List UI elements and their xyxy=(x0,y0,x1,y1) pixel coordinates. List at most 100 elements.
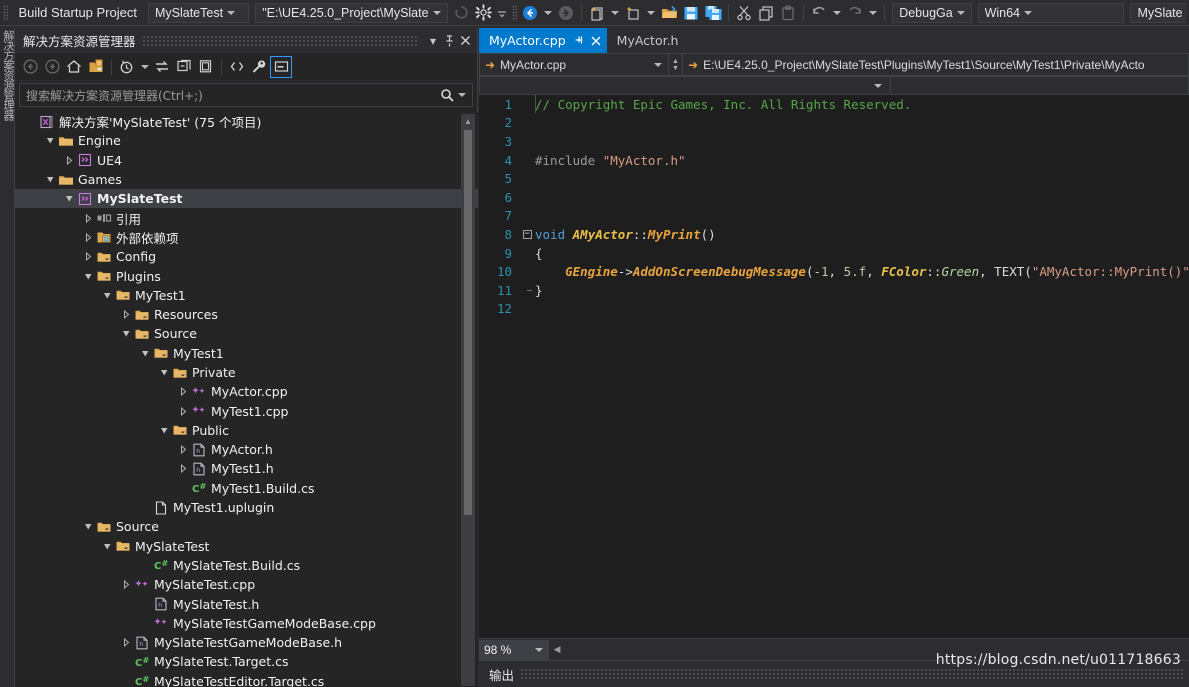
autohide-tab-solution-explorer[interactable]: 解决方案资源管理器 xyxy=(0,30,15,156)
nav-member-combo-2[interactable] xyxy=(891,77,1189,95)
wrench-icon[interactable] xyxy=(248,56,270,78)
toolbar-grip-2[interactable] xyxy=(511,4,518,21)
expander-open-icon[interactable] xyxy=(44,131,57,150)
tree-item[interactable]: Public xyxy=(15,421,478,440)
preview-selected-items-icon[interactable] xyxy=(270,55,292,78)
editor-tab[interactable]: MyActor.cpp xyxy=(479,28,607,53)
code-line[interactable]: 11} xyxy=(479,281,1189,300)
dropdown-icon[interactable]: ▾ xyxy=(425,31,441,51)
home-icon[interactable] xyxy=(63,56,85,78)
tree-item[interactable]: C # MyTest1.Build.cs xyxy=(15,479,478,498)
tree-item[interactable]: MyTest1 xyxy=(15,286,478,305)
save-icon[interactable] xyxy=(680,2,702,24)
code-line[interactable]: 5 xyxy=(479,169,1189,188)
tree-item[interactable]: 外部依赖项 xyxy=(15,228,478,247)
tree-item[interactable]: Config xyxy=(15,247,478,266)
history-icon[interactable] xyxy=(116,56,138,78)
properties-icon[interactable] xyxy=(195,56,217,78)
nav-member-combo[interactable] xyxy=(479,77,891,95)
back-icon[interactable] xyxy=(19,56,41,78)
nav-forward-icon[interactable] xyxy=(555,2,577,24)
scroll-up-icon[interactable]: ▲ xyxy=(461,114,475,128)
expander-open-icon[interactable] xyxy=(63,189,76,208)
open-folder-icon[interactable] xyxy=(658,2,680,24)
tree-item[interactable]: Plugins xyxy=(15,266,478,285)
close-icon[interactable] xyxy=(591,36,601,46)
expander-closed-icon[interactable] xyxy=(82,247,95,266)
zoom-level-combo[interactable]: 98 % xyxy=(479,639,549,660)
tree-item[interactable]: MyTest1 xyxy=(15,344,478,363)
toolbar-grip[interactable] xyxy=(3,4,9,21)
tree-item[interactable]: Resources xyxy=(15,305,478,324)
show-all-files-icon[interactable] xyxy=(226,56,248,78)
nav-path-combo[interactable]: ➜ E:\UE4.25.0_Project\MySlateTest\Plugin… xyxy=(683,53,1189,76)
search-dropdown-icon[interactable] xyxy=(458,93,466,97)
code-line[interactable]: 6 xyxy=(479,188,1189,207)
expander-closed-icon[interactable] xyxy=(82,228,95,247)
expander-closed-icon[interactable] xyxy=(120,305,133,324)
project-combo[interactable]: MySlateTest xyxy=(147,2,250,23)
redo-dropdown-icon[interactable] xyxy=(866,2,880,24)
forward-icon[interactable] xyxy=(41,56,63,78)
new-item-dropdown-icon[interactable] xyxy=(644,2,658,24)
scrollbar-thumb[interactable] xyxy=(464,130,472,515)
expander-open-icon[interactable] xyxy=(101,537,114,556)
expander-open-icon[interactable] xyxy=(44,170,57,189)
tree-item[interactable]: h MySlateTestGameModeBase.h xyxy=(15,633,478,652)
tree-item[interactable]: Games xyxy=(15,170,478,189)
expander-open-icon[interactable] xyxy=(139,344,152,363)
tree-item[interactable]: Source xyxy=(15,517,478,536)
tree-item[interactable]: UE4 xyxy=(15,151,478,170)
undo-icon[interactable] xyxy=(808,2,830,24)
code-line[interactable]: 4 #include "MyActor.h" xyxy=(479,151,1189,170)
tree-item[interactable]: MyActor.cpp xyxy=(15,382,478,401)
settings-gear-icon[interactable] xyxy=(473,2,495,24)
tree-item[interactable]: 解决方案'MySlateTest' (75 个项目) xyxy=(15,112,478,131)
solution-tree[interactable]: 解决方案'MySlateTest' (75 个项目) Engine UE4 Games… xyxy=(15,112,478,687)
scroll-left-icon[interactable]: ◀ xyxy=(549,640,565,660)
editor-tab[interactable]: MyActor.h xyxy=(607,28,685,53)
history-dropdown-icon[interactable] xyxy=(138,56,151,78)
nav-spinner[interactable]: ▲ ▼ xyxy=(669,53,683,76)
search-icon[interactable] xyxy=(440,88,454,102)
tree-item[interactable]: C # MySlateTestEditor.Target.cs xyxy=(15,672,478,687)
tree-item[interactable]: C # MySlateTest.Target.cs xyxy=(15,652,478,671)
code-line[interactable]: 10 GEngine->AddOnScreenDebugMessage(-1, … xyxy=(479,262,1189,281)
new-file-icon[interactable] xyxy=(586,2,608,24)
tree-item[interactable]: h MyTest1.h xyxy=(15,459,478,478)
code-line[interactable]: 8− void AMyActor::MyPrint() xyxy=(479,225,1189,244)
solution-configuration-combo[interactable]: DebugGame xyxy=(892,2,972,23)
expander-closed-icon[interactable] xyxy=(177,382,190,401)
close-icon[interactable] xyxy=(457,31,473,51)
nav-file-combo[interactable]: ➜ MyActor.cpp xyxy=(479,53,669,76)
code-line[interactable]: 1 // Copyright Epic Games, Inc. All Right… xyxy=(479,95,1189,114)
tree-item[interactable]: C # MySlateTest.Build.cs xyxy=(15,556,478,575)
pin-icon[interactable] xyxy=(441,31,457,51)
expander-closed-icon[interactable] xyxy=(82,209,95,228)
undo-dropdown-icon[interactable] xyxy=(830,2,844,24)
code-line[interactable]: 3 xyxy=(479,132,1189,151)
nav-back-dropdown-icon[interactable] xyxy=(541,2,555,24)
pending-changes-icon[interactable] xyxy=(85,56,107,78)
save-all-icon[interactable] xyxy=(702,2,724,24)
cut-icon[interactable] xyxy=(733,2,755,24)
expander-closed-icon[interactable] xyxy=(177,402,190,421)
tree-item-selected[interactable]: MySlateTest xyxy=(15,189,478,209)
project-path-combo[interactable]: "E:\UE4.25.0_Project\MySlateTe: xyxy=(255,2,448,23)
solution-platform-combo[interactable]: Win64 xyxy=(977,2,1125,23)
tree-item[interactable]: MyTest1.uplugin xyxy=(15,498,478,517)
expander-open-icon[interactable] xyxy=(158,421,171,440)
code-line[interactable]: 12 xyxy=(479,300,1189,319)
redo-icon[interactable] xyxy=(844,2,866,24)
code-line[interactable]: 7 xyxy=(479,207,1189,226)
tree-item[interactable]: h MyActor.h xyxy=(15,440,478,459)
new-file-dropdown-icon[interactable] xyxy=(608,2,622,24)
startup-project-combo[interactable]: MySlate xyxy=(1130,2,1186,23)
nav-back-icon[interactable] xyxy=(519,2,541,24)
sync-icon[interactable] xyxy=(151,56,173,78)
pin-icon[interactable] xyxy=(574,35,584,46)
tree-item[interactable]: h MySlateTest.h xyxy=(15,594,478,613)
build-startup-project-label[interactable]: Build Startup Project xyxy=(10,5,145,20)
expander-closed-icon[interactable] xyxy=(120,633,133,652)
expander-closed-icon[interactable] xyxy=(177,459,190,478)
